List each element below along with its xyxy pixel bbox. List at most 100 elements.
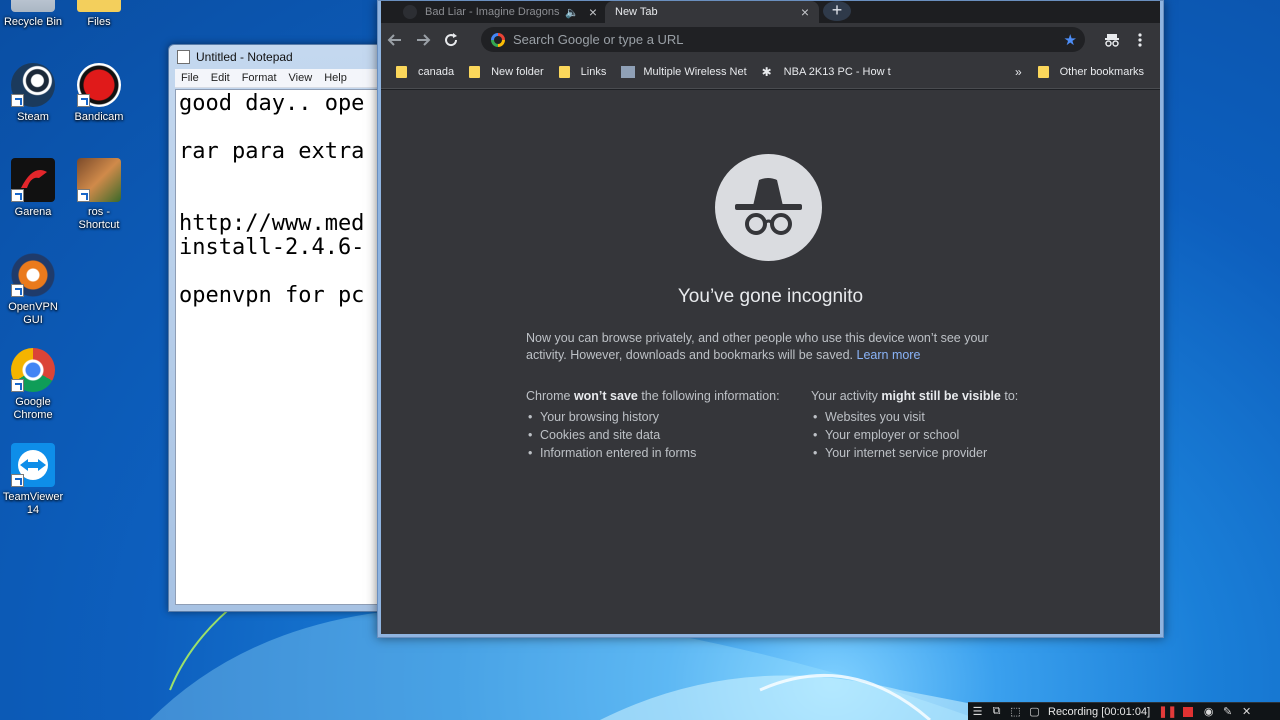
desktop-icon-label: Recycle Bin	[3, 16, 63, 28]
teamviewer-icon	[11, 443, 55, 487]
wont-save-column: Chrome won’t save the following informat…	[526, 387, 780, 462]
speaker-icon[interactable]: 🔈	[565, 6, 579, 19]
window-mode-icon[interactable]: ⧉	[987, 705, 1006, 718]
bookmark-new-folder[interactable]: New folder	[469, 66, 544, 78]
toolbar-right	[1098, 26, 1154, 54]
tab-new-tab[interactable]: New Tab ×	[605, 1, 819, 23]
camera-icon[interactable]: ◉	[1199, 705, 1218, 718]
list-item: Your internet service provider	[811, 444, 1018, 462]
steam-icon	[11, 63, 55, 107]
menu-file[interactable]: File	[175, 72, 205, 84]
back-button[interactable]	[381, 26, 409, 54]
wont-save-heading: Chrome won’t save the following informat…	[526, 389, 780, 403]
bookmarks-bar: canada New folder Links Multiple Wireles…	[381, 56, 1160, 89]
folder-icon	[77, 0, 121, 12]
desktop-icon-label: ros - Shortcut	[78, 206, 120, 231]
bookmark-label: canada	[418, 66, 455, 78]
still-visible-column: Your activity might still be visible to:…	[811, 387, 1018, 462]
desktop-icon-ros[interactable]: ros - Shortcut	[67, 158, 131, 232]
desktop-icon-recycle-bin[interactable]: Recycle Bin	[1, 0, 65, 29]
desktop-icon-label: Steam	[17, 111, 49, 123]
bandicam-icon	[77, 63, 121, 107]
bookmark-nba[interactable]: ✱ NBA 2K13 PC - How t	[762, 65, 891, 79]
bookmark-label: Links	[580, 66, 607, 78]
tab-title: Bad Liar - Imagine Dragons	[425, 6, 560, 18]
close-icon[interactable]: ✕	[1237, 705, 1256, 718]
incognito-title: You’ve gone incognito	[677, 286, 864, 307]
garena-icon	[11, 158, 55, 202]
notepad-title: Untitled - Notepad	[196, 50, 293, 64]
region-select-icon[interactable]: ⬚	[1006, 705, 1025, 718]
pencil-icon[interactable]: ✎	[1218, 705, 1237, 718]
recording-status: Recording [00:01:04]	[1048, 705, 1151, 718]
tab-title: New Tab	[615, 6, 658, 18]
desktop-icon-chrome[interactable]: Google Chrome	[1, 348, 65, 422]
incognito-intro: Now you can browse privately, and other …	[526, 330, 996, 364]
desktop-icon-label: OpenVPN GUI	[8, 301, 58, 326]
bookmark-label: NBA 2K13 PC - How t	[783, 66, 891, 78]
menu-view[interactable]: View	[283, 72, 319, 84]
desktop-icon-openvpn[interactable]: OpenVPN GUI	[1, 253, 65, 327]
chrome-icon	[11, 348, 55, 392]
reload-button[interactable]	[437, 26, 465, 54]
new-tab-button[interactable]: +	[823, 1, 851, 21]
desktop-icon-label: Files	[87, 16, 111, 28]
desktop-icon-label: Bandicam	[74, 111, 124, 123]
google-icon	[491, 32, 505, 47]
desktop-icon-teamviewer[interactable]: TeamViewer 14	[1, 443, 65, 517]
stop-icon[interactable]	[1183, 706, 1194, 717]
list-item: Cookies and site data	[526, 426, 780, 444]
bookmark-star-icon[interactable]: ★	[1064, 31, 1077, 49]
desktop-icon-garena[interactable]: Garena	[1, 158, 65, 219]
still-visible-heading: Your activity might still be visible to:	[811, 389, 1019, 403]
desktop-icon-label: Garena	[14, 206, 52, 218]
incognito-profile-icon[interactable]	[1098, 26, 1126, 54]
omnibox[interactable]: Search Google or type a URL ★	[481, 27, 1085, 52]
bookmark-canada[interactable]: canada	[396, 66, 454, 78]
list-item: Websites you visit	[811, 408, 1018, 426]
nba-site-icon: ✱	[761, 65, 772, 79]
list-item: Information entered in forms	[526, 444, 780, 462]
folder-icon	[1037, 66, 1049, 78]
tab-strip: Bad Liar - Imagine Dragons 🔈 × New Tab ×…	[381, 1, 1160, 23]
menu-edit[interactable]: Edit	[205, 72, 236, 84]
omnibox-placeholder: Search Google or type a URL	[513, 32, 684, 47]
desktop-icon-label: TeamViewer 14	[2, 491, 64, 516]
chrome-window[interactable]: Bad Liar - Imagine Dragons 🔈 × New Tab ×…	[377, 0, 1164, 638]
recorder-bar: ☰ ⧉ ⬚ ▢ Recording [00:01:04] ❚❚ ◉ ✎ ✕	[968, 702, 1280, 720]
desktop-icon-steam[interactable]: Steam	[1, 63, 65, 124]
incognito-icon	[715, 154, 822, 261]
pause-icon[interactable]: ❚❚	[1158, 705, 1177, 718]
list-item: Your browsing history	[526, 408, 780, 426]
menu-icon[interactable]: ☰	[968, 705, 987, 718]
back-arrow-icon	[387, 33, 401, 46]
notepad-text-area[interactable]: good day.. ope rar para extra http://www…	[175, 89, 389, 605]
notepad-icon	[177, 50, 190, 64]
tab-bad-liar[interactable]: Bad Liar - Imagine Dragons 🔈 ×	[393, 1, 607, 23]
openvpn-icon	[11, 253, 55, 297]
list-item: Your employer or school	[811, 426, 1018, 444]
notepad-titlebar[interactable]: Untitled - Notepad	[169, 45, 389, 69]
desktop-icon-files[interactable]: Files	[67, 0, 131, 29]
learn-more-link[interactable]: Learn more	[857, 348, 921, 362]
fullscreen-icon[interactable]: ▢	[1025, 705, 1044, 718]
bookmark-other[interactable]: Other bookmarks	[1037, 66, 1144, 78]
close-tab-icon[interactable]: ×	[589, 4, 597, 20]
notepad-menubar: File Edit Format View Help	[175, 69, 383, 88]
bookmarks-overflow-icon[interactable]: »	[1015, 65, 1022, 79]
menu-help[interactable]: Help	[318, 72, 353, 84]
forward-button[interactable]	[409, 26, 437, 54]
incognito-page: You’ve gone incognito Now you can browse…	[381, 90, 1160, 634]
close-tab-icon[interactable]: ×	[801, 4, 809, 20]
menu-kebab-icon[interactable]	[1126, 26, 1154, 54]
bookmark-multiple-wireless[interactable]: Multiple Wireless Net	[621, 66, 747, 78]
chrome-toolbar: Search Google or type a URL ★	[381, 23, 1160, 56]
bookmark-links[interactable]: Links	[558, 66, 607, 78]
forward-arrow-icon	[417, 33, 431, 46]
notepad-window[interactable]: Untitled - Notepad File Edit Format View…	[168, 44, 390, 612]
desktop-icon-bandicam[interactable]: Bandicam	[67, 63, 131, 124]
folder-icon	[396, 66, 407, 78]
bookmark-label: Multiple Wireless Net	[643, 66, 747, 78]
bookmark-label: New folder	[491, 66, 544, 78]
menu-format[interactable]: Format	[236, 72, 283, 84]
